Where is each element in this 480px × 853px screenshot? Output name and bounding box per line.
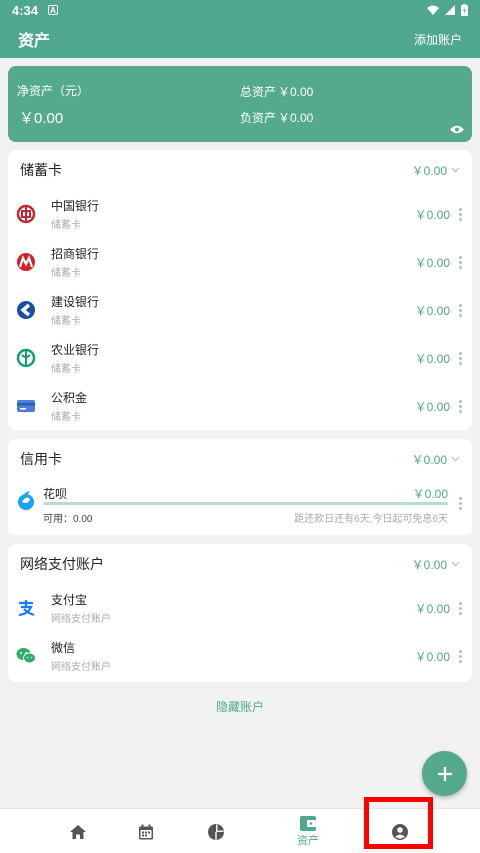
more-options-icon[interactable]	[458, 255, 462, 269]
notification-badge: A	[48, 5, 59, 15]
account-type: 储蓄卡	[51, 364, 81, 375]
home-icon	[70, 824, 86, 839]
account-type: 储蓄卡	[51, 316, 81, 327]
online-header[interactable]: 网络支付账户 ￥0.00	[8, 544, 472, 584]
account-name: 公积金	[51, 391, 88, 405]
chevron-down-icon	[451, 456, 460, 462]
account-row-wechat[interactable]: 微信网络支付账户 ￥0.00	[8, 632, 472, 680]
net-assets-value: ￥0.00	[19, 110, 64, 127]
card-icon	[16, 396, 36, 416]
more-options-icon[interactable]	[458, 207, 462, 221]
more-options-icon[interactable]	[458, 303, 462, 317]
account-type: 网络支付账户	[51, 614, 111, 625]
account-type: 储蓄卡	[51, 220, 81, 231]
chevron-down-icon	[451, 561, 460, 567]
add-fab-button[interactable]	[422, 751, 467, 796]
account-name: 建设银行	[51, 295, 100, 309]
nav-assets-label: 资产	[297, 834, 319, 847]
signal-icon	[445, 5, 455, 15]
savings-total-value: ￥0.00	[411, 163, 447, 178]
online-total-value: ￥0.00	[411, 557, 447, 572]
account-row-ccb[interactable]: 建设银行储蓄卡 ￥0.00	[8, 286, 472, 334]
account-balance: ￥0.00	[414, 399, 450, 414]
more-options-icon[interactable]	[458, 399, 462, 413]
add-account-button[interactable]: 添加账户	[414, 31, 462, 48]
account-row-alipay[interactable]: 支付宝网络支付账户 ￥0.00	[8, 584, 472, 632]
account-name: 支付宝	[51, 593, 88, 607]
app-bar: 资产 添加账户	[0, 20, 480, 58]
account-balance: ￥0.00	[414, 303, 450, 318]
chevron-down-icon	[451, 167, 460, 173]
credit-header[interactable]: 信用卡 ￥0.00	[8, 439, 472, 479]
online-title: 网络支付账户	[20, 556, 104, 572]
credit-card-section: 信用卡 ￥0.00 花呗 ￥0.00 可用：0.00 距还款日还有6天,今日起可…	[8, 439, 472, 535]
account-row-fund[interactable]: 公积金储蓄卡 ￥0.00	[8, 382, 472, 430]
account-row-huabei[interactable]: 花呗 ￥0.00 可用：0.00 距还款日还有6天,今日起可免息6天	[8, 479, 472, 531]
account-name: 农业银行	[51, 343, 100, 357]
highlight-box	[364, 797, 433, 849]
credit-usage-bar	[43, 502, 448, 505]
battery-icon	[461, 4, 468, 16]
account-name: 花呗	[43, 487, 68, 501]
repayment-note: 距还款日还有6天,今日起可免息6天	[294, 514, 448, 525]
more-options-icon[interactable]	[458, 351, 462, 365]
pie-chart-icon	[208, 823, 224, 840]
online-payment-card: 网络支付账户 ￥0.00 支付宝 网络支付账户 ￥0.00 微信 网络支付账户 ￥0…	[8, 544, 472, 682]
asset-summary-card: 净资产（元） ￥0.00 总资产 ￥0.00 负资产 ￥0.00	[8, 66, 472, 142]
credit-title: 信用卡	[20, 451, 62, 467]
debt-label: 负资产	[240, 111, 277, 125]
cmb-icon	[16, 252, 36, 272]
account-type: 储蓄卡	[51, 268, 81, 279]
more-options-icon[interactable]	[458, 649, 462, 663]
wallet-icon	[300, 815, 316, 831]
alipay-icon	[16, 598, 36, 618]
page-title: 资产	[18, 33, 51, 50]
credit-total-value: ￥0.00	[411, 452, 447, 467]
wifi-icon	[427, 5, 439, 15]
abc-icon	[16, 348, 36, 368]
nav-assets[interactable]: 资产	[278, 809, 338, 853]
account-balance: ￥0.00	[412, 487, 448, 501]
debt-value: ￥0.00	[278, 111, 314, 125]
credit-total: ￥0.00	[412, 451, 460, 468]
calendar-icon	[139, 824, 153, 839]
hidden-accounts-link[interactable]: 隐藏账户	[0, 698, 480, 715]
account-balance: ￥0.00	[414, 649, 450, 664]
savings-card: 储蓄卡 ￥0.00 中国银行 储蓄卡 ￥0.00 招商银行 储蓄卡 ￥0.00 建设…	[8, 150, 472, 430]
available-credit: 可用：0.00	[43, 514, 93, 525]
account-row-cmb[interactable]: 招商银行储蓄卡 ￥0.00	[8, 238, 472, 286]
account-name: 微信	[51, 641, 76, 655]
wechat-icon	[16, 646, 36, 666]
savings-total: ￥0.00	[412, 162, 460, 179]
boc-icon	[16, 204, 36, 224]
account-name: 招商银行	[51, 247, 100, 261]
account-type: 网络支付账户	[51, 662, 111, 673]
account-row-abc[interactable]: 农业银行储蓄卡 ￥0.00	[8, 334, 472, 382]
account-row-boc[interactable]: 中国银行储蓄卡 ￥0.00	[8, 190, 472, 238]
savings-header[interactable]: 储蓄卡 ￥0.00	[8, 150, 472, 190]
ccb-icon	[16, 300, 36, 320]
nav-home[interactable]	[48, 809, 108, 853]
account-name: 中国银行	[51, 199, 100, 213]
savings-title: 储蓄卡	[20, 162, 62, 178]
account-balance: ￥0.00	[414, 255, 450, 270]
account-type: 储蓄卡	[51, 412, 81, 423]
plus-icon	[437, 766, 452, 781]
more-options-icon[interactable]	[458, 497, 462, 510]
status-time: 4:34	[12, 2, 39, 18]
account-balance: ￥0.00	[414, 207, 450, 222]
status-bar: 4:34 A	[0, 0, 480, 20]
huabei-icon	[16, 491, 36, 511]
nav-calendar[interactable]	[116, 809, 176, 853]
eye-icon[interactable]	[450, 125, 464, 134]
online-total: ￥0.00	[412, 556, 460, 573]
more-options-icon[interactable]	[458, 601, 462, 615]
account-balance: ￥0.00	[414, 601, 450, 616]
total-assets-label: 总资产	[240, 85, 277, 99]
nav-statistics[interactable]	[186, 809, 246, 853]
account-balance: ￥0.00	[414, 351, 450, 366]
status-icons	[427, 4, 468, 16]
net-assets-label: 净资产（元）	[17, 84, 90, 98]
total-assets-value: ￥0.00	[278, 85, 314, 99]
